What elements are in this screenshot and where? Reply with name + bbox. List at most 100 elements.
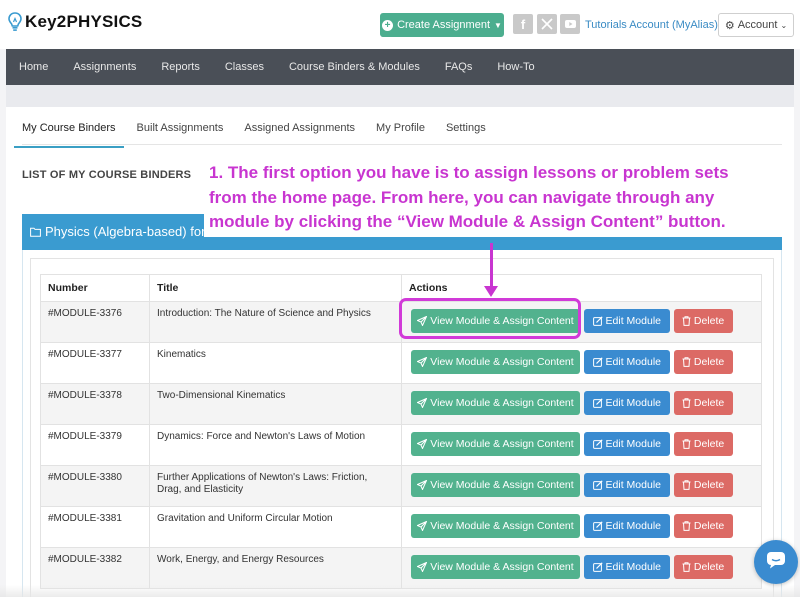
delete-label: Delete: [693, 438, 725, 450]
edit-module-button[interactable]: Edit Module: [583, 350, 670, 374]
module-actions: View Module & Assign Content Edit Module…: [401, 547, 762, 589]
table-row: #MODULE-3378 Two-Dimensional Kinematics Vi…: [40, 383, 762, 425]
delete-module-button[interactable]: Delete: [673, 391, 733, 415]
binder-title-text: Physics (Algebra-based) for: [45, 224, 206, 239]
trash-icon: [682, 521, 691, 531]
delete-module-button[interactable]: Delete: [673, 555, 733, 579]
view-module-label: View Module & Assign Content: [430, 397, 574, 409]
edit-icon: [592, 398, 603, 408]
nav-item-course-binders[interactable]: Course Binders & Modules: [276, 61, 432, 73]
subheader-strip: [6, 85, 794, 107]
view-module-button[interactable]: View Module & Assign Content: [411, 432, 580, 456]
table-row: #MODULE-3382 Work, Energy, and Energy Res…: [40, 547, 762, 589]
send-icon: [417, 480, 428, 490]
module-actions: View Module & Assign Content Edit Module…: [401, 465, 762, 507]
view-module-button[interactable]: View Module & Assign Content: [411, 391, 580, 415]
edit-module-label: Edit Module: [605, 561, 661, 573]
module-number: #MODULE-3377: [40, 342, 150, 384]
youtube-icon[interactable]: [560, 14, 580, 34]
view-module-label: View Module & Assign Content: [430, 356, 574, 368]
logo[interactable]: Key2PHYSICS: [8, 12, 142, 32]
edit-module-button[interactable]: Edit Module: [583, 309, 670, 333]
nav-item-assignments[interactable]: Assignments: [61, 61, 149, 73]
nav-item-classes[interactable]: Classes: [212, 61, 276, 73]
nav-item-home[interactable]: Home: [6, 61, 61, 73]
tutorial-annotation: 1. The first option you have is to assig…: [204, 161, 784, 237]
view-module-button[interactable]: View Module & Assign Content: [411, 350, 580, 374]
delete-label: Delete: [693, 479, 725, 491]
edit-module-label: Edit Module: [605, 479, 661, 491]
column-header-number: Number: [40, 274, 150, 302]
bottom-fade: [0, 585, 800, 597]
nav-item-how-to[interactable]: How-To: [485, 61, 547, 73]
account-dropdown[interactable]: ⚙ Account ⌄: [718, 13, 794, 37]
delete-label: Delete: [693, 561, 725, 573]
module-number: #MODULE-3376: [40, 301, 150, 343]
view-module-button[interactable]: View Module & Assign Content: [411, 555, 580, 579]
delete-module-button[interactable]: Delete: [673, 473, 733, 497]
tab-divider: [22, 144, 782, 145]
facebook-icon[interactable]: f: [513, 14, 533, 34]
annotation-arrow-line: [490, 243, 493, 288]
edit-module-label: Edit Module: [605, 315, 661, 327]
edit-icon: [592, 480, 603, 490]
module-number: #MODULE-3381: [40, 506, 150, 548]
chat-widget-button[interactable]: [754, 540, 798, 584]
view-module-button[interactable]: View Module & Assign Content: [411, 473, 580, 497]
module-title: Gravitation and Uniform Circular Motion: [149, 506, 402, 548]
annotation-arrow-head: [484, 286, 498, 297]
delete-label: Delete: [693, 315, 725, 327]
binder-title[interactable]: Physics (Algebra-based) for: [30, 224, 205, 239]
main-navbar: Home Assignments Reports Classes Course …: [6, 49, 794, 85]
x-icon[interactable]: [537, 14, 557, 34]
edit-icon: [592, 439, 603, 449]
view-module-button[interactable]: View Module & Assign Content: [411, 514, 580, 538]
send-icon: [417, 521, 428, 531]
gear-icon: ⚙: [724, 19, 735, 32]
annotation-line-2: from the home page. From here, you can n…: [209, 187, 715, 207]
module-title: Dynamics: Force and Newton's Laws of Mot…: [149, 424, 402, 466]
edit-module-button[interactable]: Edit Module: [583, 555, 670, 579]
folder-icon: [30, 227, 41, 237]
delete-module-button[interactable]: Delete: [673, 514, 733, 538]
create-assignment-button[interactable]: + Create Assignment ▼: [380, 13, 504, 37]
tutorials-account-link[interactable]: Tutorials Account (MyAlias): [585, 19, 718, 31]
trash-icon: [682, 357, 691, 367]
edit-icon: [592, 357, 603, 367]
edit-module-label: Edit Module: [605, 438, 661, 450]
edit-module-label: Edit Module: [605, 397, 661, 409]
list-heading: LIST OF MY COURSE BINDERS: [22, 169, 192, 181]
delete-label: Delete: [693, 356, 725, 368]
table-header-row: Number Title Actions: [40, 274, 762, 302]
send-icon: [417, 562, 428, 572]
module-actions: View Module & Assign Content Edit Module…: [401, 383, 762, 425]
delete-module-button[interactable]: Delete: [673, 350, 733, 374]
table-row: #MODULE-3377 Kinematics View Module & Assi…: [40, 342, 762, 384]
table-row: #MODULE-3379 Dynamics: Force and Newton's…: [40, 424, 762, 466]
table-row: #MODULE-3381 Gravitation and Uniform Circ…: [40, 506, 762, 548]
edit-module-label: Edit Module: [605, 520, 661, 532]
edit-icon: [592, 562, 603, 572]
edit-module-button[interactable]: Edit Module: [583, 514, 670, 538]
edit-module-button[interactable]: Edit Module: [583, 473, 670, 497]
send-icon: [417, 357, 428, 367]
logo-text: Key2PHYSICS: [25, 12, 143, 31]
module-title: Two-Dimensional Kinematics: [149, 383, 402, 425]
delete-module-button[interactable]: Delete: [673, 309, 733, 333]
delete-label: Delete: [693, 520, 725, 532]
trash-icon: [682, 439, 691, 449]
view-module-label: View Module & Assign Content: [430, 520, 574, 532]
edit-module-label: Edit Module: [605, 356, 661, 368]
nav-item-reports[interactable]: Reports: [149, 61, 213, 73]
module-title: Work, Energy, and Energy Resources: [149, 547, 402, 589]
module-number: #MODULE-3379: [40, 424, 150, 466]
delete-label: Delete: [693, 397, 725, 409]
module-title: Introduction: The Nature of Science and …: [149, 301, 402, 343]
annotation-line-3: module by clicking the “View Module & As…: [209, 212, 726, 231]
edit-module-button[interactable]: Edit Module: [583, 432, 670, 456]
nav-item-faqs[interactable]: FAQs: [432, 61, 485, 73]
edit-module-button[interactable]: Edit Module: [583, 391, 670, 415]
column-header-title: Title: [149, 274, 402, 302]
delete-module-button[interactable]: Delete: [673, 432, 733, 456]
chevron-down-icon: ⌄: [780, 20, 788, 30]
